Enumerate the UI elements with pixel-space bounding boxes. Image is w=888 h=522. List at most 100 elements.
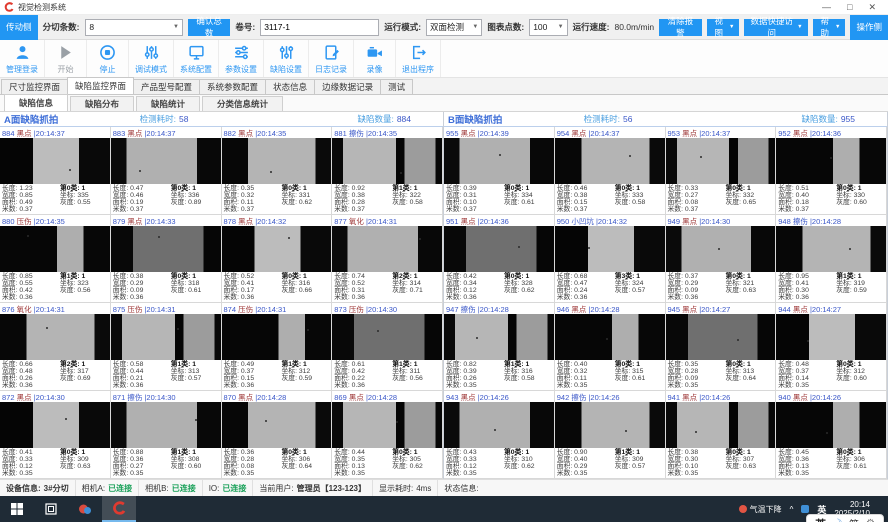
- defect-image[interactable]: [666, 226, 776, 272]
- defect-cell-882[interactable]: 882 黑点 |20:14:35长度: 0.35宽度: 0.32面积: 0.11…: [222, 127, 333, 215]
- defect-cell-950[interactable]: 950 小凹坑 |20:14:32长度: 0.68宽度: 0.47面积: 0.2…: [555, 215, 666, 303]
- ime-language-bar[interactable]: 英 ☽ 简 ⚙: [806, 514, 884, 522]
- weather-widget[interactable]: 气温下降: [739, 504, 782, 515]
- maximize-button[interactable]: □: [847, 0, 852, 15]
- defect-image[interactable]: [0, 138, 110, 184]
- gear-icon[interactable]: ⚙: [866, 518, 875, 522]
- defect-cell-940[interactable]: 940 黑点 |20:14:26长度: 0.45宽度: 0.36面积: 0.13…: [776, 391, 887, 479]
- action-play-button[interactable]: 开始: [45, 40, 87, 77]
- view-menu-button[interactable]: 视图▼: [707, 19, 740, 36]
- task-view-button[interactable]: [34, 496, 68, 522]
- defect-image[interactable]: [111, 226, 221, 272]
- defect-image[interactable]: [776, 402, 886, 448]
- defect-image[interactable]: [555, 226, 665, 272]
- action-user-button[interactable]: 管理登录: [0, 40, 45, 77]
- defect-image[interactable]: [444, 314, 554, 360]
- moon-icon[interactable]: ☽: [833, 518, 842, 522]
- operate-side-button[interactable]: 操作侧: [850, 15, 888, 40]
- tab-main-1[interactable]: 缺陷监控界面: [67, 77, 134, 94]
- defect-cell-872[interactable]: 872 黑点 |20:14:30长度: 0.41宽度: 0.33面积: 0.12…: [0, 391, 111, 479]
- ime-simplified-toggle[interactable]: 简: [849, 516, 859, 522]
- defect-image[interactable]: [444, 402, 554, 448]
- action-defect-sliders-button[interactable]: 缺陷设置: [264, 40, 309, 77]
- ime-english-toggle[interactable]: 英: [815, 516, 826, 522]
- tab-main-2[interactable]: 产品型号配置: [133, 79, 200, 94]
- tab-main-5[interactable]: 边缘数据记录: [314, 79, 381, 94]
- defect-cell-874[interactable]: 874 压伤 |20:14:31长度: 0.49宽度: 0.37面积: 0.15…: [222, 303, 333, 391]
- defect-image[interactable]: [332, 402, 442, 448]
- defect-cell-881[interactable]: 881 擦伤 |20:14:35长度: 0.92宽度: 0.38面积: 0.28…: [332, 127, 443, 215]
- defect-image[interactable]: [776, 138, 886, 184]
- tab-main-6[interactable]: 测试: [380, 79, 413, 94]
- defect-cell-943[interactable]: 943 黑点 |20:14:26长度: 0.43宽度: 0.33面积: 0.12…: [444, 391, 555, 479]
- tray-expand-chevron[interactable]: ^: [790, 505, 794, 514]
- clear-alarm-button[interactable]: 清除报警: [659, 19, 701, 36]
- confirm-total-button[interactable]: 确认总数: [188, 19, 230, 36]
- slit-count-combo[interactable]: 8▼: [85, 19, 182, 36]
- defect-image[interactable]: [444, 226, 554, 272]
- defect-cell-941[interactable]: 941 黑点 |20:14:26长度: 0.38宽度: 0.30面积: 0.10…: [666, 391, 777, 479]
- defect-image[interactable]: [0, 402, 110, 448]
- defect-cell-876[interactable]: 876 氧化 |20:14:31长度: 0.66宽度: 0.48面积: 0.26…: [0, 303, 111, 391]
- defect-cell-949[interactable]: 949 黑点 |20:14:30长度: 0.37宽度: 0.29面积: 0.09…: [666, 215, 777, 303]
- defect-cell-953[interactable]: 953 黑点 |20:14:37长度: 0.33宽度: 0.27面积: 0.08…: [666, 127, 777, 215]
- defect-cell-954[interactable]: 954 黑点 |20:14:37长度: 0.46宽度: 0.38面积: 0.15…: [555, 127, 666, 215]
- defect-cell-945[interactable]: 945 黑点 |20:14:27长度: 0.35宽度: 0.28面积: 0.09…: [666, 303, 777, 391]
- defect-image[interactable]: [222, 138, 332, 184]
- defect-cell-946[interactable]: 946 黑点 |20:14:28长度: 0.40宽度: 0.32面积: 0.11…: [555, 303, 666, 391]
- defect-cell-955[interactable]: 955 黑点 |20:14:39长度: 0.39宽度: 0.31面积: 0.10…: [444, 127, 555, 215]
- defect-image[interactable]: [776, 226, 886, 272]
- tab-main-3[interactable]: 系统参数配置: [199, 79, 266, 94]
- defect-image[interactable]: [111, 402, 221, 448]
- action-stop-button[interactable]: 停止: [87, 40, 129, 77]
- tab-main-0[interactable]: 尺寸监控界面: [1, 79, 68, 94]
- start-button[interactable]: [0, 496, 34, 522]
- tab-sub-3[interactable]: 分类信息统计: [202, 96, 283, 111]
- action-camera-button[interactable]: 录像: [354, 40, 396, 77]
- defect-cell-944[interactable]: 944 黑点 |20:14:27长度: 0.48宽度: 0.37面积: 0.14…: [776, 303, 887, 391]
- defect-image[interactable]: [555, 402, 665, 448]
- defect-cell-879[interactable]: 879 黑点 |20:14:33长度: 0.38宽度: 0.29面积: 0.09…: [111, 215, 222, 303]
- defect-image[interactable]: [332, 226, 442, 272]
- action-debug-sliders-button[interactable]: 调试模式: [129, 40, 174, 77]
- pinned-app-button[interactable]: [68, 496, 102, 522]
- defect-cell-883[interactable]: 883 黑点 |20:14:37长度: 0.47宽度: 0.46面积: 0.19…: [111, 127, 222, 215]
- run-mode-combo[interactable]: 双面检测▼: [426, 19, 482, 36]
- data-quick-access-menu-button[interactable]: 数据快捷访问▼: [744, 19, 807, 36]
- defect-cell-873[interactable]: 873 压伤 |20:14:30长度: 0.61宽度: 0.42面积: 0.22…: [332, 303, 443, 391]
- defect-cell-878[interactable]: 878 黑点 |20:14:32长度: 0.52宽度: 0.41面积: 0.17…: [222, 215, 333, 303]
- defect-cell-875[interactable]: 875 压伤 |20:14:31长度: 0.58宽度: 0.44面积: 0.21…: [111, 303, 222, 391]
- defect-image[interactable]: [222, 314, 332, 360]
- defect-cell-952[interactable]: 952 黑点 |20:14:36长度: 0.51宽度: 0.40面积: 0.18…: [776, 127, 887, 215]
- defect-cell-884[interactable]: 884 黑点 |20:14:37长度: 1.23宽度: 0.85面积: 0.49…: [0, 127, 111, 215]
- defect-image[interactable]: [0, 226, 110, 272]
- active-app-button[interactable]: [102, 496, 136, 522]
- defect-cell-880[interactable]: 880 压伤 |20:14:35长度: 0.85宽度: 0.55面积: 0.42…: [0, 215, 111, 303]
- defect-cell-869[interactable]: 869 黑点 |20:14:28长度: 0.44宽度: 0.35面积: 0.13…: [332, 391, 443, 479]
- defect-image[interactable]: [332, 314, 442, 360]
- tab-sub-1[interactable]: 缺陷分布: [70, 96, 134, 111]
- defect-cell-877[interactable]: 877 氧化 |20:14:31长度: 0.74宽度: 0.52面积: 0.31…: [332, 215, 443, 303]
- tray-app-icon[interactable]: [801, 505, 809, 513]
- roll-number-input[interactable]: [260, 19, 379, 36]
- defect-image[interactable]: [332, 138, 442, 184]
- defect-image[interactable]: [666, 138, 776, 184]
- help-menu-button[interactable]: 帮助▼: [813, 19, 846, 36]
- action-params-sliders-button[interactable]: 参数设置: [219, 40, 264, 77]
- defect-cell-871[interactable]: 871 擦伤 |20:14:30长度: 0.88宽度: 0.36面积: 0.27…: [111, 391, 222, 479]
- defect-image[interactable]: [776, 314, 886, 360]
- drive-side-button[interactable]: 传动侧: [0, 15, 38, 40]
- minimize-button[interactable]: —: [822, 0, 831, 15]
- defect-image[interactable]: [0, 314, 110, 360]
- tab-sub-2[interactable]: 缺陷统计: [136, 96, 200, 111]
- defect-image[interactable]: [666, 402, 776, 448]
- action-log-button[interactable]: 日志记录: [309, 40, 354, 77]
- tab-main-4[interactable]: 状态信息: [265, 79, 315, 94]
- defect-image[interactable]: [222, 226, 332, 272]
- defect-cell-947[interactable]: 947 擦伤 |20:14:28长度: 0.82宽度: 0.39面积: 0.26…: [444, 303, 555, 391]
- defect-image[interactable]: [222, 402, 332, 448]
- defect-cell-948[interactable]: 948 擦伤 |20:14:28长度: 0.95宽度: 0.41面积: 0.30…: [776, 215, 887, 303]
- close-button[interactable]: ✕: [868, 0, 876, 15]
- defect-image[interactable]: [111, 314, 221, 360]
- defect-cell-951[interactable]: 951 黑点 |20:14:36长度: 0.42宽度: 0.34面积: 0.12…: [444, 215, 555, 303]
